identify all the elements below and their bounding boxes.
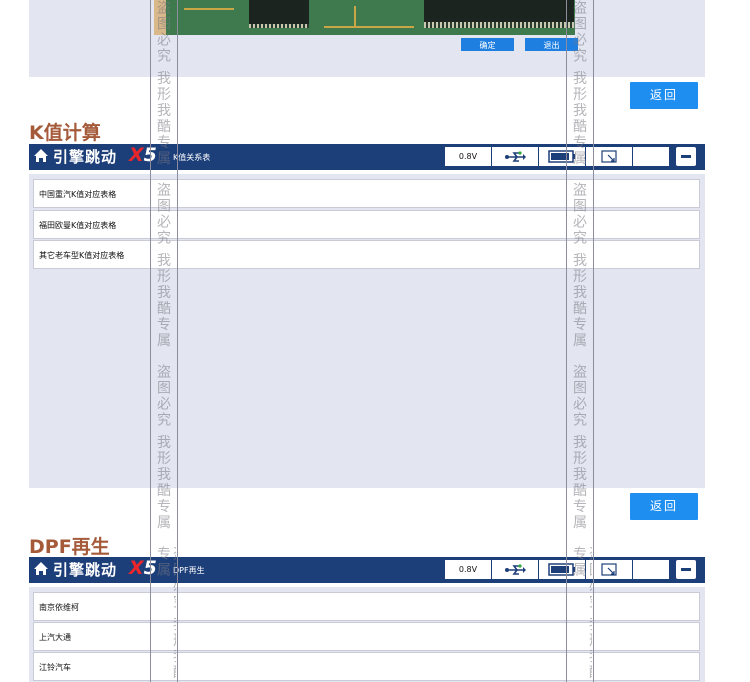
brand-name: 引擎跳动 bbox=[53, 561, 118, 579]
ecu-board-image bbox=[154, 0, 575, 35]
datetime: 21-04-02 01:55 bbox=[637, 561, 665, 576]
minimize-icon[interactable] bbox=[676, 147, 696, 166]
section-title: K值计算 bbox=[29, 122, 101, 144]
app-header: 引擎跳动 X5 DPF再生 0.8V 21-04-02 01:55 bbox=[29, 557, 705, 583]
list-item[interactable]: 中国重汽K值对应表格 bbox=[33, 179, 700, 208]
usb-status bbox=[492, 147, 539, 166]
watermark-text: 盗图必究 我形我酷专属 盗图必究 我形我酷专属 盗图必究 我形我酷专属 盗图必究… bbox=[155, 0, 176, 680]
watermark-text: 盗图必究 我形我酷专属 盗图必究 我形我酷专属 盗图必究 我形我酷专属 盗图必究… bbox=[571, 0, 592, 680]
section-title: DPF再生 bbox=[29, 536, 110, 558]
voltage-readout: 0.8V bbox=[445, 560, 492, 579]
home-icon[interactable] bbox=[33, 148, 49, 164]
list-item[interactable]: 南京依维柯 bbox=[33, 592, 700, 621]
list-item[interactable]: 上汽大通 bbox=[33, 622, 700, 651]
usb-icon bbox=[505, 151, 526, 162]
list-area: 中国重汽K值对应表格 福田欧曼K值对应表格 其它老车型K值对应表格 bbox=[29, 174, 705, 488]
voltage-readout: 0.8V bbox=[445, 147, 492, 166]
status-strip: 0.8V bbox=[445, 147, 669, 166]
status-strip: 0.8V bbox=[445, 560, 669, 579]
list-item[interactable]: 江铃汽车 bbox=[33, 652, 700, 681]
page-label: K值关系表 bbox=[173, 153, 211, 162]
list-item[interactable]: 其它老车型K值对应表格 bbox=[33, 240, 700, 269]
datetime: 21-04-02 01:51 bbox=[637, 148, 665, 163]
list-item[interactable]: 福田欧曼K值对应表格 bbox=[33, 210, 700, 239]
list-area: 南京依维柯 上汽大通 江铃汽车 bbox=[29, 587, 705, 682]
app-header: 引擎跳动 X5 K值关系表 0.8V 21-04-02 01:51 bbox=[29, 144, 705, 170]
confirm-button[interactable]: 确定 bbox=[461, 38, 514, 51]
return-button[interactable]: 返回 bbox=[630, 493, 698, 520]
return-button[interactable]: 返回 bbox=[630, 82, 698, 109]
usb-status bbox=[492, 560, 539, 579]
minimize-icon[interactable] bbox=[676, 560, 696, 579]
usb-icon bbox=[505, 564, 526, 575]
brand-name: 引擎跳动 bbox=[53, 148, 118, 166]
home-icon[interactable] bbox=[33, 561, 49, 577]
